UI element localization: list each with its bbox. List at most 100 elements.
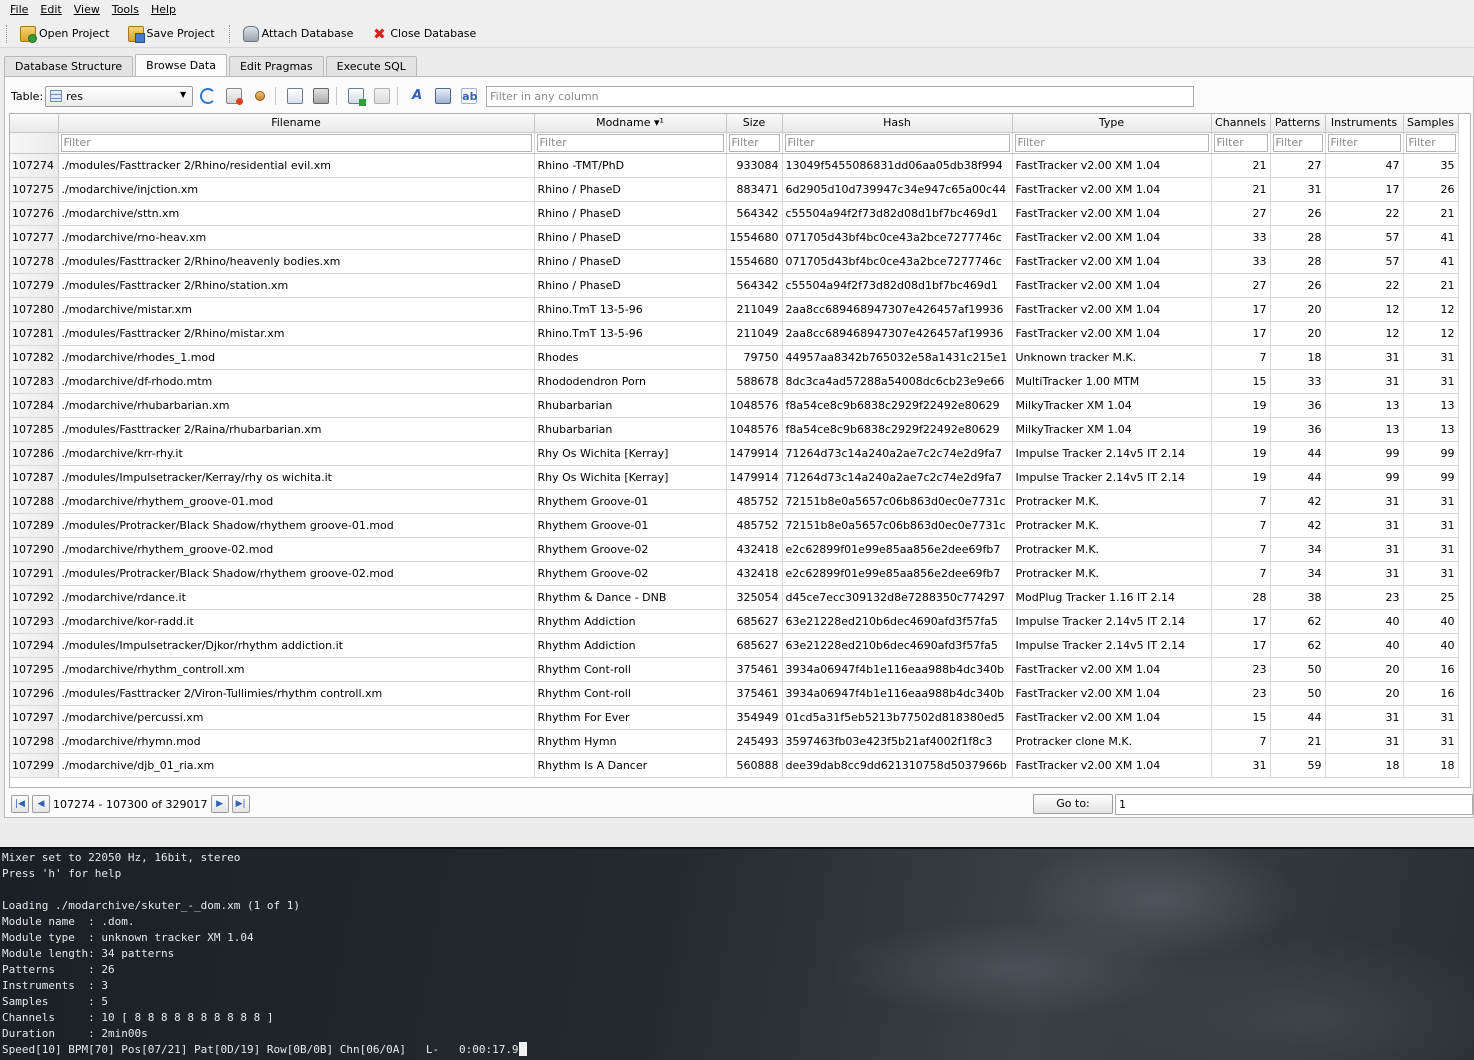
- cell-filename[interactable]: ./modules/Fasttracker 2/Raina/rhubarbari…: [58, 417, 535, 442]
- cell-type[interactable]: Protracker M.K.: [1012, 537, 1212, 562]
- cell-instruments[interactable]: 31: [1325, 513, 1404, 538]
- cell-modname[interactable]: Rhododendron Porn: [534, 369, 727, 394]
- cell-size[interactable]: 1554680: [726, 225, 783, 250]
- cell-samples[interactable]: 40: [1403, 633, 1459, 658]
- cell-samples[interactable]: 21: [1403, 273, 1459, 298]
- cell-size[interactable]: 245493: [726, 729, 783, 754]
- find-replace-button[interactable]: ab: [458, 85, 480, 107]
- cell-instruments[interactable]: 12: [1325, 321, 1404, 346]
- row-header[interactable]: 107274: [10, 153, 59, 178]
- cell-type[interactable]: Impulse Tracker 2.14v5 IT 2.14: [1012, 633, 1212, 658]
- cell-channels[interactable]: 19: [1211, 417, 1271, 442]
- filter-channels-input[interactable]: [1213, 133, 1268, 152]
- cell-hash[interactable]: 2aa8cc689468947307e426457af19936: [782, 321, 1013, 346]
- cell-size[interactable]: 1479914: [726, 465, 783, 490]
- cell-hash[interactable]: 72151b8e0a5657c06b863d0ec0e7731c: [782, 513, 1013, 538]
- cell-hash[interactable]: c55504a94f2f73d82d08d1bf7bc469d1: [782, 201, 1013, 226]
- cell-modname[interactable]: Rhino -TMT/PhD: [534, 153, 727, 178]
- cell-type[interactable]: FastTracker v2.00 XM 1.04: [1012, 249, 1212, 274]
- cell-samples[interactable]: 16: [1403, 657, 1459, 682]
- cell-channels[interactable]: 7: [1211, 537, 1271, 562]
- cell-instruments[interactable]: 40: [1325, 609, 1404, 634]
- cell-size[interactable]: 211049: [726, 297, 783, 322]
- cell-patterns[interactable]: 62: [1270, 633, 1326, 658]
- cell-instruments[interactable]: 12: [1325, 297, 1404, 322]
- cell-size[interactable]: 79750: [726, 345, 783, 370]
- row-header[interactable]: 107277: [10, 225, 59, 250]
- cell-type[interactable]: Impulse Tracker 2.14v5 IT 2.14: [1012, 465, 1212, 490]
- cell-channels[interactable]: 19: [1211, 441, 1271, 466]
- cell-size[interactable]: 485752: [726, 489, 783, 514]
- cell-patterns[interactable]: 28: [1270, 225, 1326, 250]
- row-header[interactable]: 107279: [10, 273, 59, 298]
- cell-modname[interactable]: Rhino.TmT 13-5-96: [534, 321, 727, 346]
- cell-size[interactable]: 1479914: [726, 441, 783, 466]
- cell-modname[interactable]: Rhino / PhaseD: [534, 273, 727, 298]
- table-row[interactable]: 107275 ./modarchive/injction.xm Rhino / Ph…: [10, 177, 1459, 202]
- cell-patterns[interactable]: 62: [1270, 609, 1326, 634]
- cell-hash[interactable]: 13049f5455086831dd06aa05db38f994: [782, 153, 1013, 178]
- cell-samples[interactable]: 16: [1403, 681, 1459, 706]
- column-header-patterns[interactable]: Patterns: [1270, 114, 1326, 133]
- cell-filename[interactable]: ./modarchive/rno-heav.xm: [58, 225, 535, 250]
- cell-instruments[interactable]: 22: [1325, 201, 1404, 226]
- cell-type[interactable]: MultiTracker 1.00 MTM: [1012, 369, 1212, 394]
- open-project-button[interactable]: Open Project: [14, 24, 116, 44]
- cell-channels[interactable]: 7: [1211, 345, 1271, 370]
- cell-hash[interactable]: 3597463fb03e423f5b21af4002f1f8c3: [782, 729, 1013, 754]
- terminal-window[interactable]: Mixer set to 22050 Hz, 16bit, stereo Pre…: [0, 847, 1474, 1060]
- menu-file[interactable]: File: [4, 0, 34, 20]
- cell-modname[interactable]: Rhino / PhaseD: [534, 249, 727, 274]
- row-header[interactable]: 107286: [10, 441, 59, 466]
- row-header[interactable]: 107278: [10, 249, 59, 274]
- cell-channels[interactable]: 17: [1211, 609, 1271, 634]
- cell-size[interactable]: 1048576: [726, 417, 783, 442]
- menu-help[interactable]: Help: [145, 0, 182, 20]
- cell-hash[interactable]: 071705d43bf4bc0ce43a2bce7277746c: [782, 249, 1013, 274]
- cell-type[interactable]: Protracker clone M.K.: [1012, 729, 1212, 754]
- cell-samples[interactable]: 31: [1403, 513, 1459, 538]
- table-row[interactable]: 107278 ./modules/Fasttracker 2/Rhino/heav…: [10, 249, 1459, 274]
- cell-samples[interactable]: 31: [1403, 729, 1459, 754]
- cell-channels[interactable]: 27: [1211, 273, 1271, 298]
- cell-modname[interactable]: Rhythm Hymn: [534, 729, 727, 754]
- filter-samples-input[interactable]: [1405, 133, 1456, 152]
- cell-filename[interactable]: ./modarchive/rhodes_1.mod: [58, 345, 535, 370]
- cell-type[interactable]: FastTracker v2.00 XM 1.04: [1012, 297, 1212, 322]
- cell-size[interactable]: 432418: [726, 561, 783, 586]
- cell-type[interactable]: ModPlug Tracker 1.16 IT 2.14: [1012, 585, 1212, 610]
- cell-instruments[interactable]: 18: [1325, 753, 1404, 778]
- table-row[interactable]: 107292 ./modarchive/rdance.it Rhythm & Dan…: [10, 585, 1459, 610]
- clear-sorting-button[interactable]: [249, 85, 271, 107]
- cell-modname[interactable]: Rhythm & Dance - DNB: [534, 585, 727, 610]
- row-header[interactable]: 107285: [10, 417, 59, 442]
- table-row[interactable]: 107293 ./modarchive/kor-radd.it Rhythm Add…: [10, 609, 1459, 634]
- cell-filename[interactable]: ./modarchive/djb_01_ria.xm: [58, 753, 535, 778]
- cell-filename[interactable]: ./modarchive/rhymn.mod: [58, 729, 535, 754]
- cell-type[interactable]: FastTracker v2.00 XM 1.04: [1012, 681, 1212, 706]
- cell-samples[interactable]: 35: [1403, 153, 1459, 178]
- cell-size[interactable]: 325054: [726, 585, 783, 610]
- cell-modname[interactable]: Rhythem Groove-02: [534, 561, 727, 586]
- tab-browse-data[interactable]: Browse Data: [135, 54, 227, 76]
- table-row[interactable]: 107286 ./modarchive/krr-rhy.it Rhy Os Wich…: [10, 441, 1459, 466]
- cell-channels[interactable]: 31: [1211, 753, 1271, 778]
- cell-samples[interactable]: 12: [1403, 321, 1459, 346]
- cell-filename[interactable]: ./modarchive/rhythm_controll.xm: [58, 657, 535, 682]
- cell-filename[interactable]: ./modules/Fasttracker 2/Rhino/heavenly b…: [58, 249, 535, 274]
- cell-modname[interactable]: Rhythem Groove-02: [534, 537, 727, 562]
- cell-samples[interactable]: 31: [1403, 489, 1459, 514]
- cell-size[interactable]: 485752: [726, 513, 783, 538]
- cell-size[interactable]: 1554680: [726, 249, 783, 274]
- row-header[interactable]: 107283: [10, 369, 59, 394]
- cell-size[interactable]: 211049: [726, 321, 783, 346]
- cell-patterns[interactable]: 33: [1270, 369, 1326, 394]
- cell-type[interactable]: FastTracker v2.00 XM 1.04: [1012, 273, 1212, 298]
- cell-channels[interactable]: 7: [1211, 561, 1271, 586]
- previous-page-button[interactable]: ◀: [32, 795, 50, 813]
- cell-hash[interactable]: 63e21228ed210b6dec4690afd3f57fa5: [782, 633, 1013, 658]
- cell-size[interactable]: 375461: [726, 681, 783, 706]
- cell-instruments[interactable]: 23: [1325, 585, 1404, 610]
- row-header[interactable]: 107297: [10, 705, 59, 730]
- cell-type[interactable]: FastTracker v2.00 XM 1.04: [1012, 321, 1212, 346]
